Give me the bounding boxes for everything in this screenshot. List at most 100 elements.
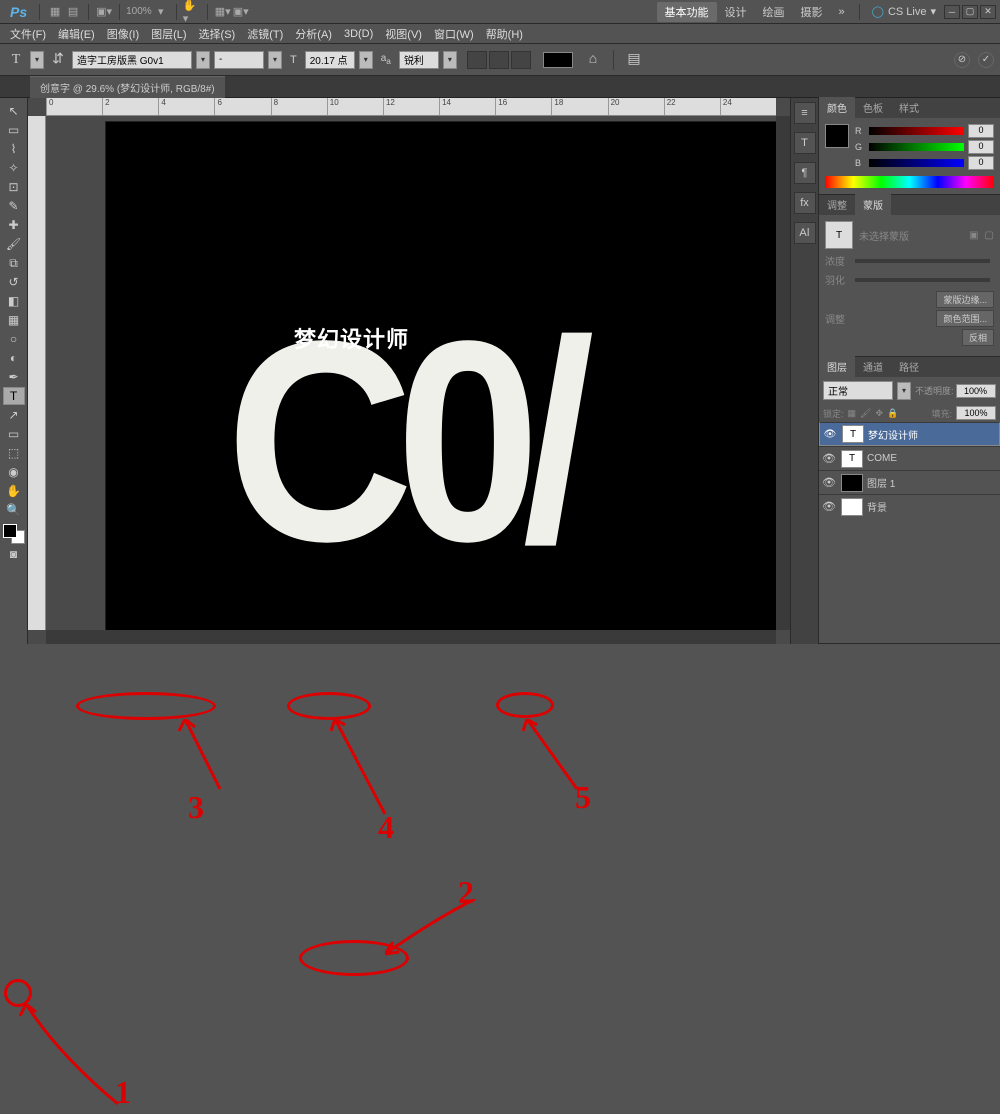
minibridge-icon[interactable]: ▤ — [64, 3, 82, 21]
zoom-tool-icon[interactable]: 🔍 — [3, 501, 25, 519]
font-family-select[interactable]: 造字工房版黑 G0v1 — [72, 51, 192, 69]
tab-styles[interactable]: 样式 — [891, 97, 927, 118]
color-fg-swatch[interactable] — [825, 124, 849, 148]
tab-swatches[interactable]: 色板 — [855, 97, 891, 118]
menu-select[interactable]: 选择(S) — [193, 26, 242, 42]
text-tool-icon[interactable]: T — [3, 387, 25, 405]
text-layer-overlay[interactable]: 梦幻设计师 — [294, 322, 409, 354]
3d-cam-icon[interactable]: ◉ — [3, 463, 25, 481]
layer-name[interactable]: 梦幻设计师 — [868, 427, 918, 442]
spectrum-picker[interactable] — [825, 176, 994, 188]
menu-help[interactable]: 帮助(H) — [480, 26, 529, 42]
menu-layer[interactable]: 图层(L) — [145, 26, 192, 42]
scrollbar-vertical[interactable] — [776, 116, 790, 630]
path-tool-icon[interactable]: ↗ — [3, 406, 25, 424]
menu-file[interactable]: 文件(F) — [4, 26, 52, 42]
eraser-tool-icon[interactable]: ◧ — [3, 292, 25, 310]
dodge-tool-icon[interactable]: ◐ — [3, 349, 25, 367]
feather-slider[interactable] — [855, 278, 990, 282]
dock-para-icon[interactable]: ¶ — [794, 162, 816, 184]
menu-window[interactable]: 窗口(W) — [428, 26, 480, 42]
canvas[interactable]: 梦幻设计师 C0/ — [46, 116, 776, 630]
eyedropper-tool-icon[interactable]: ✎ — [3, 197, 25, 215]
antialias-select[interactable]: 锐利 — [399, 51, 439, 69]
orient-icon[interactable]: ⇵ — [48, 50, 68, 70]
gradient-tool-icon[interactable]: ▦ — [3, 311, 25, 329]
opacity-input[interactable] — [956, 384, 996, 398]
tool-indicator-text-icon[interactable]: T — [6, 50, 26, 70]
warp-text-icon[interactable]: ⌂ — [583, 50, 603, 70]
tab-mask[interactable]: 蒙版 — [855, 194, 891, 215]
scrollbar-horizontal[interactable] — [46, 630, 776, 644]
layer-name[interactable]: 背景 — [867, 499, 887, 514]
arrange-icon[interactable]: ▦▾ — [214, 3, 232, 21]
tool-preset-dd[interactable]: ▾ — [30, 51, 44, 69]
workspace-paint[interactable]: 绘画 — [755, 2, 793, 22]
workspace-more[interactable]: » — [831, 4, 853, 20]
dock-styles-icon[interactable]: fx — [794, 192, 816, 214]
visibility-icon[interactable]: 👁 — [821, 500, 837, 513]
wand-tool-icon[interactable]: ✧ — [3, 159, 25, 177]
slider-b[interactable] — [869, 159, 964, 167]
bridge-icon[interactable]: ▦ — [46, 3, 64, 21]
cslive-button[interactable]: ◯CS Live▾ — [866, 5, 942, 18]
menu-analysis[interactable]: 分析(A) — [289, 26, 338, 42]
mask-thumb[interactable]: T — [825, 221, 853, 249]
tab-color[interactable]: 颜色 — [819, 97, 855, 118]
align-left-icon[interactable] — [467, 51, 487, 69]
zoom-level[interactable]: 100% — [126, 3, 152, 21]
menu-filter[interactable]: 滤镜(T) — [241, 26, 289, 42]
layer-thumb[interactable]: T — [842, 425, 864, 443]
marquee-tool-icon[interactable]: ▭ — [3, 121, 25, 139]
window-close-icon[interactable]: ✕ — [980, 5, 996, 19]
tab-adjust[interactable]: 调整 — [819, 194, 855, 215]
view-extras-icon[interactable]: ▣▾ — [95, 3, 113, 21]
text-color-swatch[interactable] — [543, 52, 573, 68]
menu-3d[interactable]: 3D(D) — [338, 28, 379, 40]
tab-channels[interactable]: 通道 — [855, 356, 891, 377]
stamp-tool-icon[interactable]: ⧉ — [3, 254, 25, 272]
pixel-mask-icon[interactable]: ▣ — [969, 230, 978, 241]
blend-dd-icon[interactable]: ▾ — [897, 382, 911, 400]
cancel-icon[interactable]: ⊘ — [954, 52, 970, 68]
document-tab[interactable]: 创意字 @ 29.6% (梦幻设计师, RGB/8#) — [30, 76, 225, 98]
heal-tool-icon[interactable]: ✚ — [3, 216, 25, 234]
lock-trans-icon[interactable]: ▦ — [848, 408, 857, 419]
density-slider[interactable] — [855, 259, 990, 263]
value-b[interactable]: 0 — [968, 156, 994, 170]
zoom-dd-icon[interactable]: ▾ — [152, 3, 170, 21]
window-max-icon[interactable]: ▢ — [962, 5, 978, 19]
history-brush-icon[interactable]: ↺ — [3, 273, 25, 291]
slider-r[interactable] — [869, 127, 964, 135]
font-family-dd-icon[interactable]: ▾ — [196, 51, 210, 69]
value-r[interactable]: 0 — [968, 124, 994, 138]
commit-icon[interactable]: ✓ — [978, 52, 994, 68]
layer-row[interactable]: 👁 T 梦幻设计师 — [819, 422, 1000, 446]
tab-layers[interactable]: 图层 — [819, 356, 855, 377]
workspace-basic[interactable]: 基本功能 — [657, 2, 717, 22]
lock-pos-icon[interactable]: ✥ — [875, 408, 883, 419]
mask-range-button[interactable]: 颜色范围... — [936, 310, 994, 327]
dock-char-icon[interactable]: T — [794, 132, 816, 154]
hand-icon[interactable]: ✋▾ — [183, 3, 201, 21]
menu-edit[interactable]: 编辑(E) — [52, 26, 101, 42]
menu-image[interactable]: 图像(I) — [101, 26, 145, 42]
layer-name[interactable]: 图层 1 — [867, 475, 895, 490]
shape-tool-icon[interactable]: ▭ — [3, 425, 25, 443]
3d-tool-icon[interactable]: ⬚ — [3, 444, 25, 462]
antialias-dd-icon[interactable]: ▾ — [443, 51, 457, 69]
visibility-icon[interactable]: 👁 — [821, 476, 837, 489]
layer-thumb[interactable]: T — [841, 450, 863, 468]
pen-tool-icon[interactable]: ✒ — [3, 368, 25, 386]
font-style-select[interactable]: - — [214, 51, 264, 69]
font-size-input[interactable]: 20.17 点 — [305, 51, 355, 69]
slider-g[interactable] — [869, 143, 964, 151]
layer-row[interactable]: 👁 图层 1 — [819, 470, 1000, 494]
blur-tool-icon[interactable]: ○ — [3, 330, 25, 348]
move-tool-icon[interactable]: ↖ — [3, 102, 25, 120]
mask-edge-button[interactable]: 蒙版边缘... — [936, 291, 994, 308]
lock-all-icon[interactable]: 🔒 — [887, 408, 898, 419]
char-panel-icon[interactable]: ▤ — [624, 50, 644, 70]
layer-thumb[interactable] — [841, 498, 863, 516]
mask-invert-button[interactable]: 反相 — [962, 329, 994, 346]
